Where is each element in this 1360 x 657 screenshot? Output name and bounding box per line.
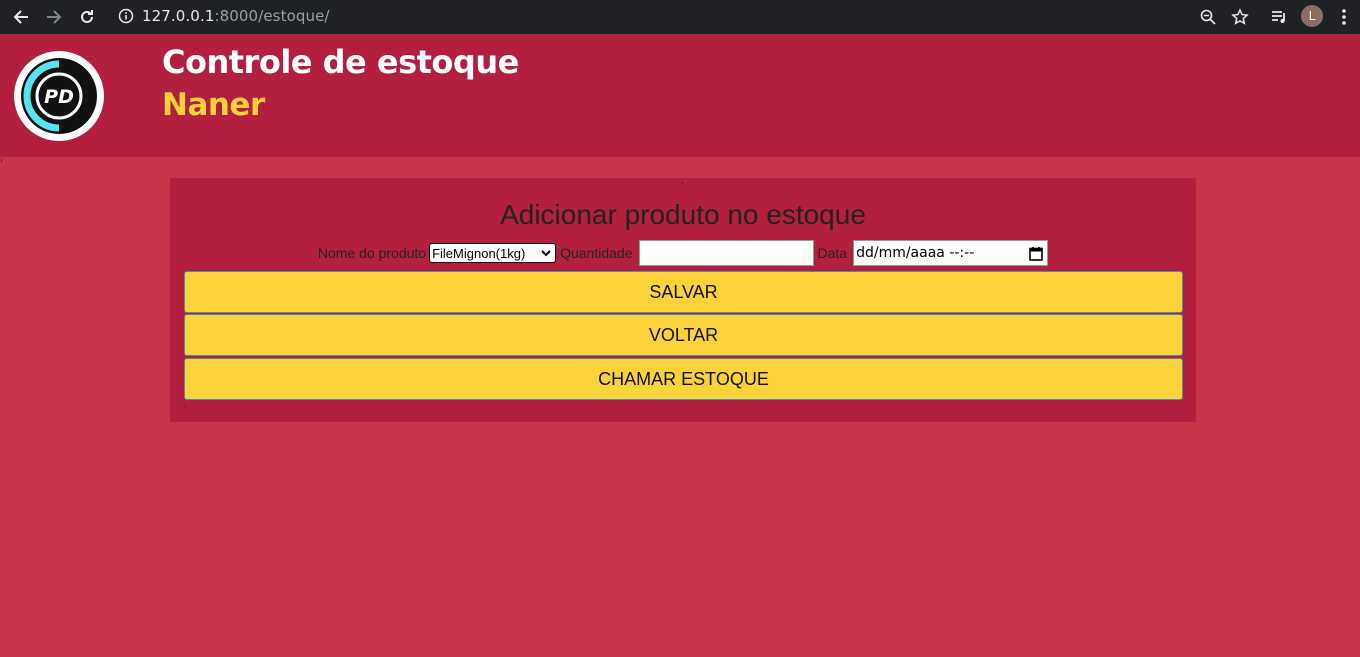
form-fields-row: Nome do produto FileMignon(1kg) Quantida… (170, 240, 1196, 266)
bookmark-star-icon[interactable] (1228, 5, 1252, 29)
forward-arrow-icon[interactable] (42, 5, 66, 29)
reload-icon[interactable] (75, 5, 99, 29)
stray-mark (1, 159, 2, 162)
zoom-icon[interactable] (1196, 5, 1220, 29)
product-label: Nome do produto (317, 245, 427, 261)
browser-toolbar: 127.0.0.1:8000/estoque/ L (0, 0, 1360, 34)
quantity-input[interactable] (638, 240, 814, 266)
quantity-label: Quantidade (560, 245, 633, 261)
product-select[interactable]: FileMignon(1kg) (429, 243, 557, 263)
date-label: Data (817, 245, 848, 261)
product-selected-value: FileMignon(1kg) (432, 245, 526, 261)
form-panel: Adicionar produto no estoque Nome do pro… (170, 178, 1196, 422)
calendar-icon[interactable] (1029, 246, 1043, 265)
call-stock-button[interactable]: CHAMAR ESTOQUE (184, 358, 1183, 400)
media-queue-icon[interactable] (1267, 5, 1291, 29)
logo[interactable]: PD (14, 51, 104, 141)
back-button[interactable]: VOLTAR (184, 314, 1183, 356)
profile-initial: L (1308, 9, 1316, 23)
stray-mark (682, 182, 683, 185)
logo-text: PD (44, 86, 74, 108)
chevron-down-icon (540, 247, 552, 262)
site-header: PD Controle de estoque Naner (0, 34, 1360, 157)
address-bar[interactable]: 127.0.0.1:8000/estoque/ (142, 7, 330, 25)
save-button[interactable]: SALVAR (184, 271, 1183, 313)
stray-mark (185, 405, 186, 408)
profile-avatar[interactable]: L (1301, 5, 1323, 27)
page-subtitle: Naner (162, 87, 265, 123)
page-title: Controle de estoque (162, 43, 519, 81)
site-info-icon[interactable] (118, 8, 134, 24)
date-input[interactable]: dd/mm/aaaa --:-- (853, 240, 1049, 266)
date-placeholder: dd/mm/aaaa --:-- (856, 245, 975, 261)
form-heading: Adicionar produto no estoque (500, 199, 866, 230)
kebab-menu-icon[interactable] (1332, 5, 1356, 29)
back-arrow-icon[interactable] (9, 5, 33, 29)
url-host: 127.0.0.1 (142, 7, 215, 25)
url-path: :8000/estoque/ (214, 7, 330, 25)
